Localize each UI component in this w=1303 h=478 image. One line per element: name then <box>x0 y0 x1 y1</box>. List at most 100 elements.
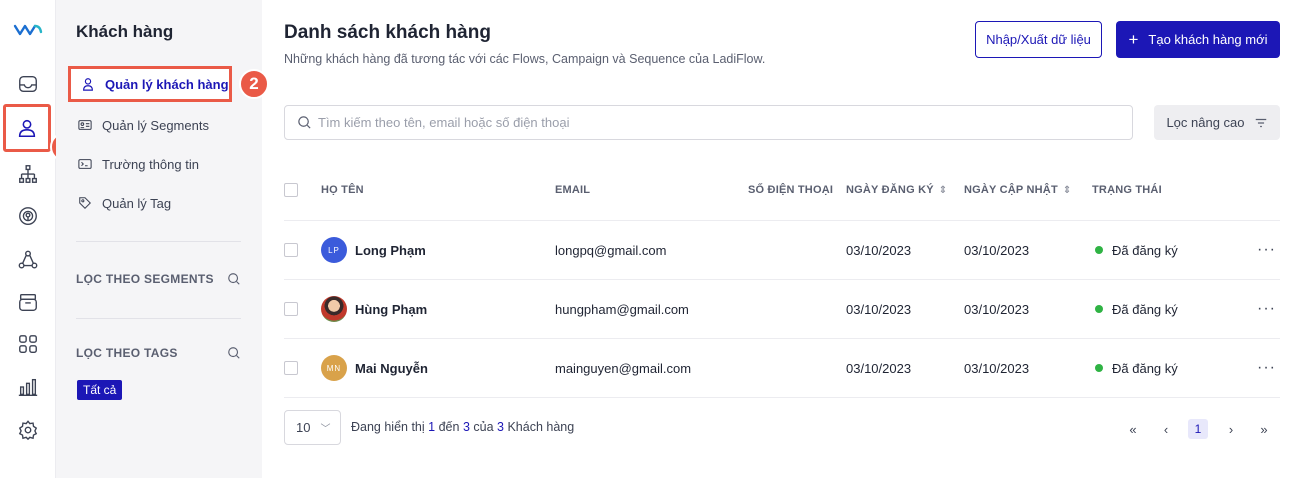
pagination-bar: 10 ﹀ Đang hiển thị 1 đến 3 của 3 Khách h… <box>284 410 1280 446</box>
flow-tree-icon <box>19 165 37 183</box>
more-options-icon[interactable]: ··· <box>1257 280 1276 338</box>
table-row[interactable]: Hùng Phạm hungpham@gmail.com 03/10/2023 … <box>284 280 1280 339</box>
submenu-item-label: Quản lý Segments <box>102 117 209 133</box>
first-page-icon[interactable]: « <box>1123 419 1143 439</box>
page-subtitle: Những khách hàng đã tương tác với các Fl… <box>284 52 766 66</box>
row-checkbox[interactable] <box>284 361 298 375</box>
plus-icon: + <box>1128 30 1139 49</box>
field-icon <box>78 159 92 169</box>
sequence-icon <box>18 250 38 269</box>
tag-icon <box>79 197 91 209</box>
search-icon[interactable] <box>227 346 241 360</box>
rail-settings[interactable] <box>12 414 44 446</box>
customer-name[interactable]: Mai Nguyễn <box>355 361 428 376</box>
updated-date: 03/10/2023 <box>964 360 1030 376</box>
status-badge: Đã đăng ký <box>1095 280 1178 338</box>
column-header-updated-label: NGÀY CẬP NHẬT <box>964 184 1058 196</box>
apps-grid-icon <box>19 335 37 353</box>
column-header-registered-label: NGÀY ĐĂNG KÝ <box>846 184 934 196</box>
search-box[interactable] <box>284 105 1133 140</box>
inbox-icon <box>19 75 37 93</box>
registered-date: 03/10/2023 <box>846 360 912 376</box>
rail-inbox[interactable] <box>12 68 44 100</box>
tags-filter-heading: LỌC THEO TAGS <box>76 346 178 360</box>
column-header-registered[interactable]: NGÀY ĐĂNG KÝ ⇕ <box>846 172 947 208</box>
avatar: MN <box>321 355 347 381</box>
submenu-item-label: Trường thông tin <box>102 156 199 172</box>
search-icon <box>298 116 311 129</box>
registered-date: 03/10/2023 <box>846 242 912 258</box>
icon-rail <box>0 0 56 478</box>
rail-broadcast[interactable] <box>12 200 44 232</box>
submenu-divider <box>76 318 241 319</box>
current-page-button[interactable]: 1 <box>1188 419 1208 439</box>
next-page-icon[interactable]: › <box>1221 419 1241 439</box>
segments-filter-heading: LỌC THEO SEGMENTS <box>76 272 214 286</box>
create-customer-label: Tạo khách hàng mới <box>1148 32 1268 47</box>
select-all-checkbox[interactable] <box>284 183 298 197</box>
ladiflow-logo[interactable] <box>13 22 43 38</box>
customer-submenu: Khách hàng Quản lý khách hàng Quản lý Se… <box>56 0 262 478</box>
customer-icon <box>18 119 36 138</box>
filter-icon <box>1255 118 1266 127</box>
submenu-item-manage-customers[interactable]: Quản lý khách hàng <box>68 66 232 102</box>
row-checkbox[interactable] <box>284 302 298 316</box>
customer-name[interactable]: Long Phạm <box>355 243 426 258</box>
avatar: LP <box>321 237 347 263</box>
segments-filter-section: LỌC THEO SEGMENTS <box>76 272 241 286</box>
more-options-icon[interactable]: ··· <box>1257 221 1276 279</box>
status-dot-icon <box>1095 364 1103 372</box>
pagination-total: 3 <box>497 420 504 434</box>
main-content: Danh sách khách hàng Những khách hàng đã… <box>262 0 1303 478</box>
updated-date: 03/10/2023 <box>964 301 1030 317</box>
rail-apps[interactable] <box>12 328 44 360</box>
updated-date: 03/10/2023 <box>964 242 1030 258</box>
table-row[interactable]: LP Long Phạm longpq@gmail.com 03/10/2023… <box>284 221 1280 280</box>
search-input[interactable] <box>318 115 1018 130</box>
create-customer-button[interactable]: + Tạo khách hàng mới <box>1116 21 1280 58</box>
customer-name[interactable]: Hùng Phạm <box>355 302 427 317</box>
submenu-item-label: Quản lý khách hàng <box>105 76 229 92</box>
import-export-button[interactable]: Nhập/Xuất dữ liệu <box>975 21 1102 58</box>
status-dot-icon <box>1095 246 1103 254</box>
customer-email: mainguyen@gmail.com <box>555 360 692 376</box>
column-header-updated[interactable]: NGÀY CẬP NHẬT ⇕ <box>964 172 1071 208</box>
rail-customers[interactable] <box>3 104 51 152</box>
archive-icon <box>19 293 37 311</box>
row-checkbox[interactable] <box>284 243 298 257</box>
rail-sequence[interactable] <box>12 244 44 276</box>
tag-all-chip[interactable]: Tất cả <box>77 380 123 400</box>
avatar <box>321 296 347 322</box>
prev-page-icon[interactable]: ‹ <box>1156 419 1176 439</box>
column-header-phone[interactable]: SỐ ĐIỆN THOẠI <box>748 172 833 208</box>
status-badge: Đã đăng ký <box>1095 221 1178 279</box>
submenu-item-tags[interactable]: Quản lý Tag <box>78 193 171 213</box>
select-all-checkbox-cell <box>284 172 298 208</box>
rail-reports[interactable] <box>12 371 44 403</box>
more-options-icon[interactable]: ··· <box>1257 339 1276 397</box>
status-dot-icon <box>1095 305 1103 313</box>
rail-archive[interactable] <box>12 286 44 318</box>
rail-flows[interactable] <box>12 158 44 190</box>
user-icon <box>83 78 93 91</box>
search-icon[interactable] <box>227 272 241 286</box>
sort-icon[interactable]: ⇕ <box>1063 185 1072 196</box>
pagination-of-word: của <box>473 420 494 434</box>
pagination-prefix: Đang hiển thị <box>351 420 425 434</box>
segment-card-icon <box>78 120 92 130</box>
page-size-select[interactable]: 10 ﹀ <box>284 410 341 445</box>
submenu-item-segments[interactable]: Quản lý Segments <box>78 115 209 135</box>
status-badge: Đã đăng ký <box>1095 339 1178 397</box>
column-header-name[interactable]: HỌ TÊN <box>321 172 364 208</box>
column-header-email[interactable]: EMAIL <box>555 172 590 208</box>
table-row[interactable]: MN Mai Nguyễn mainguyen@gmail.com 03/10/… <box>284 339 1280 398</box>
customer-email: longpq@gmail.com <box>555 242 667 258</box>
sort-icon[interactable]: ⇕ <box>939 185 948 196</box>
submenu-title: Khách hàng <box>76 22 174 41</box>
last-page-icon[interactable]: » <box>1254 419 1274 439</box>
submenu-divider <box>76 241 241 242</box>
pagination-from: 1 <box>428 420 436 434</box>
submenu-item-fields[interactable]: Trường thông tin <box>78 154 199 174</box>
advanced-filter-button[interactable]: Lọc nâng cao <box>1154 105 1280 140</box>
status-label: Đã đăng ký <box>1112 242 1178 258</box>
